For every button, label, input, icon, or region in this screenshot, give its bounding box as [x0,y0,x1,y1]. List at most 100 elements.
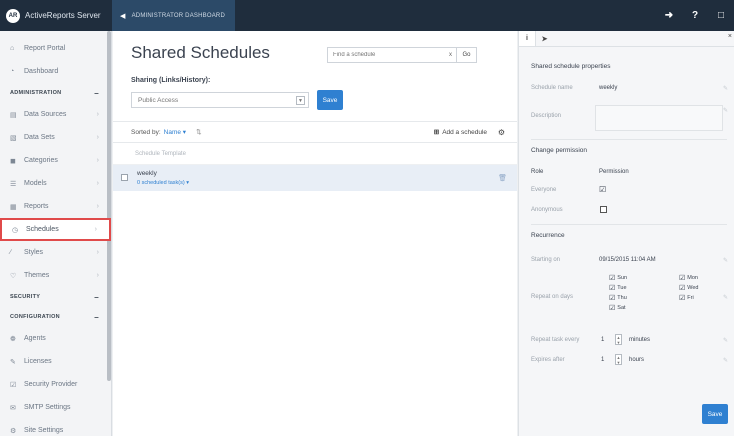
repeat-task-unit[interactable]: minutes [629,337,650,343]
report-icon: ▦ [10,203,17,211]
brand[interactable]: AR ActiveReports Server [0,0,112,31]
sidebar-item-schedules[interactable]: ◷ Schedules › [0,218,111,241]
repeat-task-every-value[interactable]: 1 [601,337,604,343]
sidebar-item-label: SMTP Settings [24,404,71,411]
sidebar-item-smtp-settings[interactable]: ✉ SMTP Settings [0,396,111,419]
chevron-right-icon: › [96,134,99,141]
edit-icon[interactable]: ✎ [723,257,728,264]
add-schedule-label: Add a schedule [442,129,487,136]
edit-icon[interactable]: ✎ [723,357,728,364]
admin-dashboard-tab[interactable]: ◀ ADMINISTRATOR DASHBOARD [112,0,235,31]
day-tue-checkbox[interactable]: ☑ Tue [609,284,627,292]
day-label: Tue [617,285,627,291]
main-content: Shared Schedules x Go Sharing (Links/His… [113,31,517,436]
sidebar-item-categories[interactable]: ◼ Categories › [0,149,111,172]
sharing-label: Sharing (Links/History): [131,77,211,84]
day-sat-checkbox[interactable]: ☑ Sat [609,304,626,312]
chevron-right-icon: › [96,249,99,256]
search-input[interactable] [328,52,448,58]
scheduled-tasks-link[interactable]: 0 scheduled task(s) ▾ [137,180,189,186]
save-sharing-button[interactable]: Save [317,90,343,110]
chevron-right-icon: › [96,272,99,279]
tab-pin[interactable]: ➤ [536,31,553,46]
edit-icon[interactable]: ✎ [723,337,728,344]
day-sun-checkbox[interactable]: ☑ Sun [609,274,627,282]
starting-on-label: Starting on [531,257,561,263]
edit-icon[interactable]: ✎ [723,294,728,301]
gear-icon[interactable]: ⚙ [498,128,505,137]
save-properties-button[interactable]: Save [702,404,728,424]
starting-on-value[interactable]: 09/15/2015 11:04 AM [599,257,656,263]
sidebar-item-label: Data Sets [24,134,55,141]
agent-icon: ❁ [10,335,16,343]
sidebar-item-report-portal[interactable]: ⌂ Report Portal [0,37,111,60]
dataset-icon: ▧ [10,134,17,142]
permission-header: Permission [599,169,629,175]
everyone-permission-checkbox[interactable]: ☑ [599,186,606,194]
sharing-select[interactable]: Public Access ▼ [131,92,309,108]
sidebar-item-licenses[interactable]: ✎ Licenses [0,350,111,373]
sidebar-item-styles[interactable]: ∕ Styles › [0,241,111,264]
section-security[interactable]: SECURITY – [0,287,111,307]
sidebar-item-agents[interactable]: ❁ Agents [0,327,111,350]
tag-icon: ◼ [10,157,16,165]
sidebar-item-reports[interactable]: ▦ Reports › [0,195,111,218]
day-thu-checkbox[interactable]: ☑ Thu [609,294,627,302]
recurrence-heading: Recurrence [531,232,565,239]
login-icon[interactable]: ➜ [656,10,682,21]
sort-toolbar: Sorted by: Name ▾ ⇅ ⊞ Add a schedule ⚙ [113,121,517,143]
anonymous-permission-checkbox[interactable] [600,206,607,213]
pin-icon: ➤ [541,35,548,43]
sort-field-value: Name [163,129,181,136]
change-permission-heading: Change permission [531,147,588,154]
schedule-name-value[interactable]: weekly [599,85,617,91]
day-wed-checkbox[interactable]: ☑ Wed [679,284,699,292]
trash-icon[interactable]: 🗑 [498,174,507,182]
sidebar-item-label: Dashboard [24,68,59,75]
section-configuration[interactable]: CONFIGURATION – [0,307,111,327]
description-label: Description [531,113,562,119]
user-icon[interactable]: □ [708,10,734,21]
sidebar-item-data-sources[interactable]: ▤ Data Sources › [0,103,111,126]
section-label: SECURITY [10,294,41,300]
go-button[interactable]: Go [456,47,476,63]
add-schedule-button[interactable]: ⊞ Add a schedule [434,128,487,136]
dashboard-icon: ◔ [10,68,15,75]
sidebar-item-label: Licenses [24,358,52,365]
day-mon-checkbox[interactable]: ☑ Mon [679,274,698,282]
table-row[interactable]: weekly 0 scheduled task(s) ▾ 🗑 [113,165,517,191]
divider [531,139,727,140]
expires-after-unit[interactable]: hours [629,357,644,363]
sidebar-item-security-provider[interactable]: ☑ Security Provider [0,373,111,396]
role-everyone: Everyone [531,187,557,193]
close-icon[interactable]: × [728,33,732,40]
expires-after-value[interactable]: 1 [601,357,604,363]
tab-info[interactable]: i [519,31,536,46]
sidebar-item-label: Reports [24,203,49,210]
section-administration[interactable]: ADMINISTRATION – [0,83,111,103]
repeat-task-stepper[interactable]: ▲ ▼ [615,334,622,345]
schedule-template-row[interactable]: Schedule Template [113,143,517,165]
top-actions: ➜ ? □ [656,0,734,31]
row-checkbox[interactable] [121,174,128,181]
sharing-select-value: Public Access [138,96,179,104]
sidebar-item-label: Styles [24,249,44,256]
clear-search-button[interactable]: x [449,52,452,58]
sort-order-icon[interactable]: ⇅ [196,128,201,136]
sorted-by-label: Sorted by: [131,128,161,136]
sidebar-item-models[interactable]: ☰ Models › [0,172,111,195]
sidebar-item-dashboard[interactable]: ◔ Dashboard [0,60,111,83]
edit-icon[interactable]: ✎ [723,107,728,114]
sidebar-item-site-settings[interactable]: ⚙ Site Settings [0,419,111,436]
logo-icon: AR [6,8,20,23]
sidebar: ⌂ Report Portal ◔ Dashboard ADMINISTRATI… [0,31,112,436]
sort-field-dropdown[interactable]: Name ▾ [164,128,186,136]
description-field[interactable] [595,105,723,131]
edit-icon[interactable]: ✎ [723,85,728,92]
help-icon[interactable]: ? [682,10,708,21]
expires-after-stepper[interactable]: ▲ ▼ [615,354,622,365]
day-fri-checkbox[interactable]: ☑ Fri [679,294,694,302]
database-icon: ▤ [10,111,17,119]
sidebar-item-data-sets[interactable]: ▧ Data Sets › [0,126,111,149]
sidebar-item-themes[interactable]: ♡ Themes › [0,264,111,287]
